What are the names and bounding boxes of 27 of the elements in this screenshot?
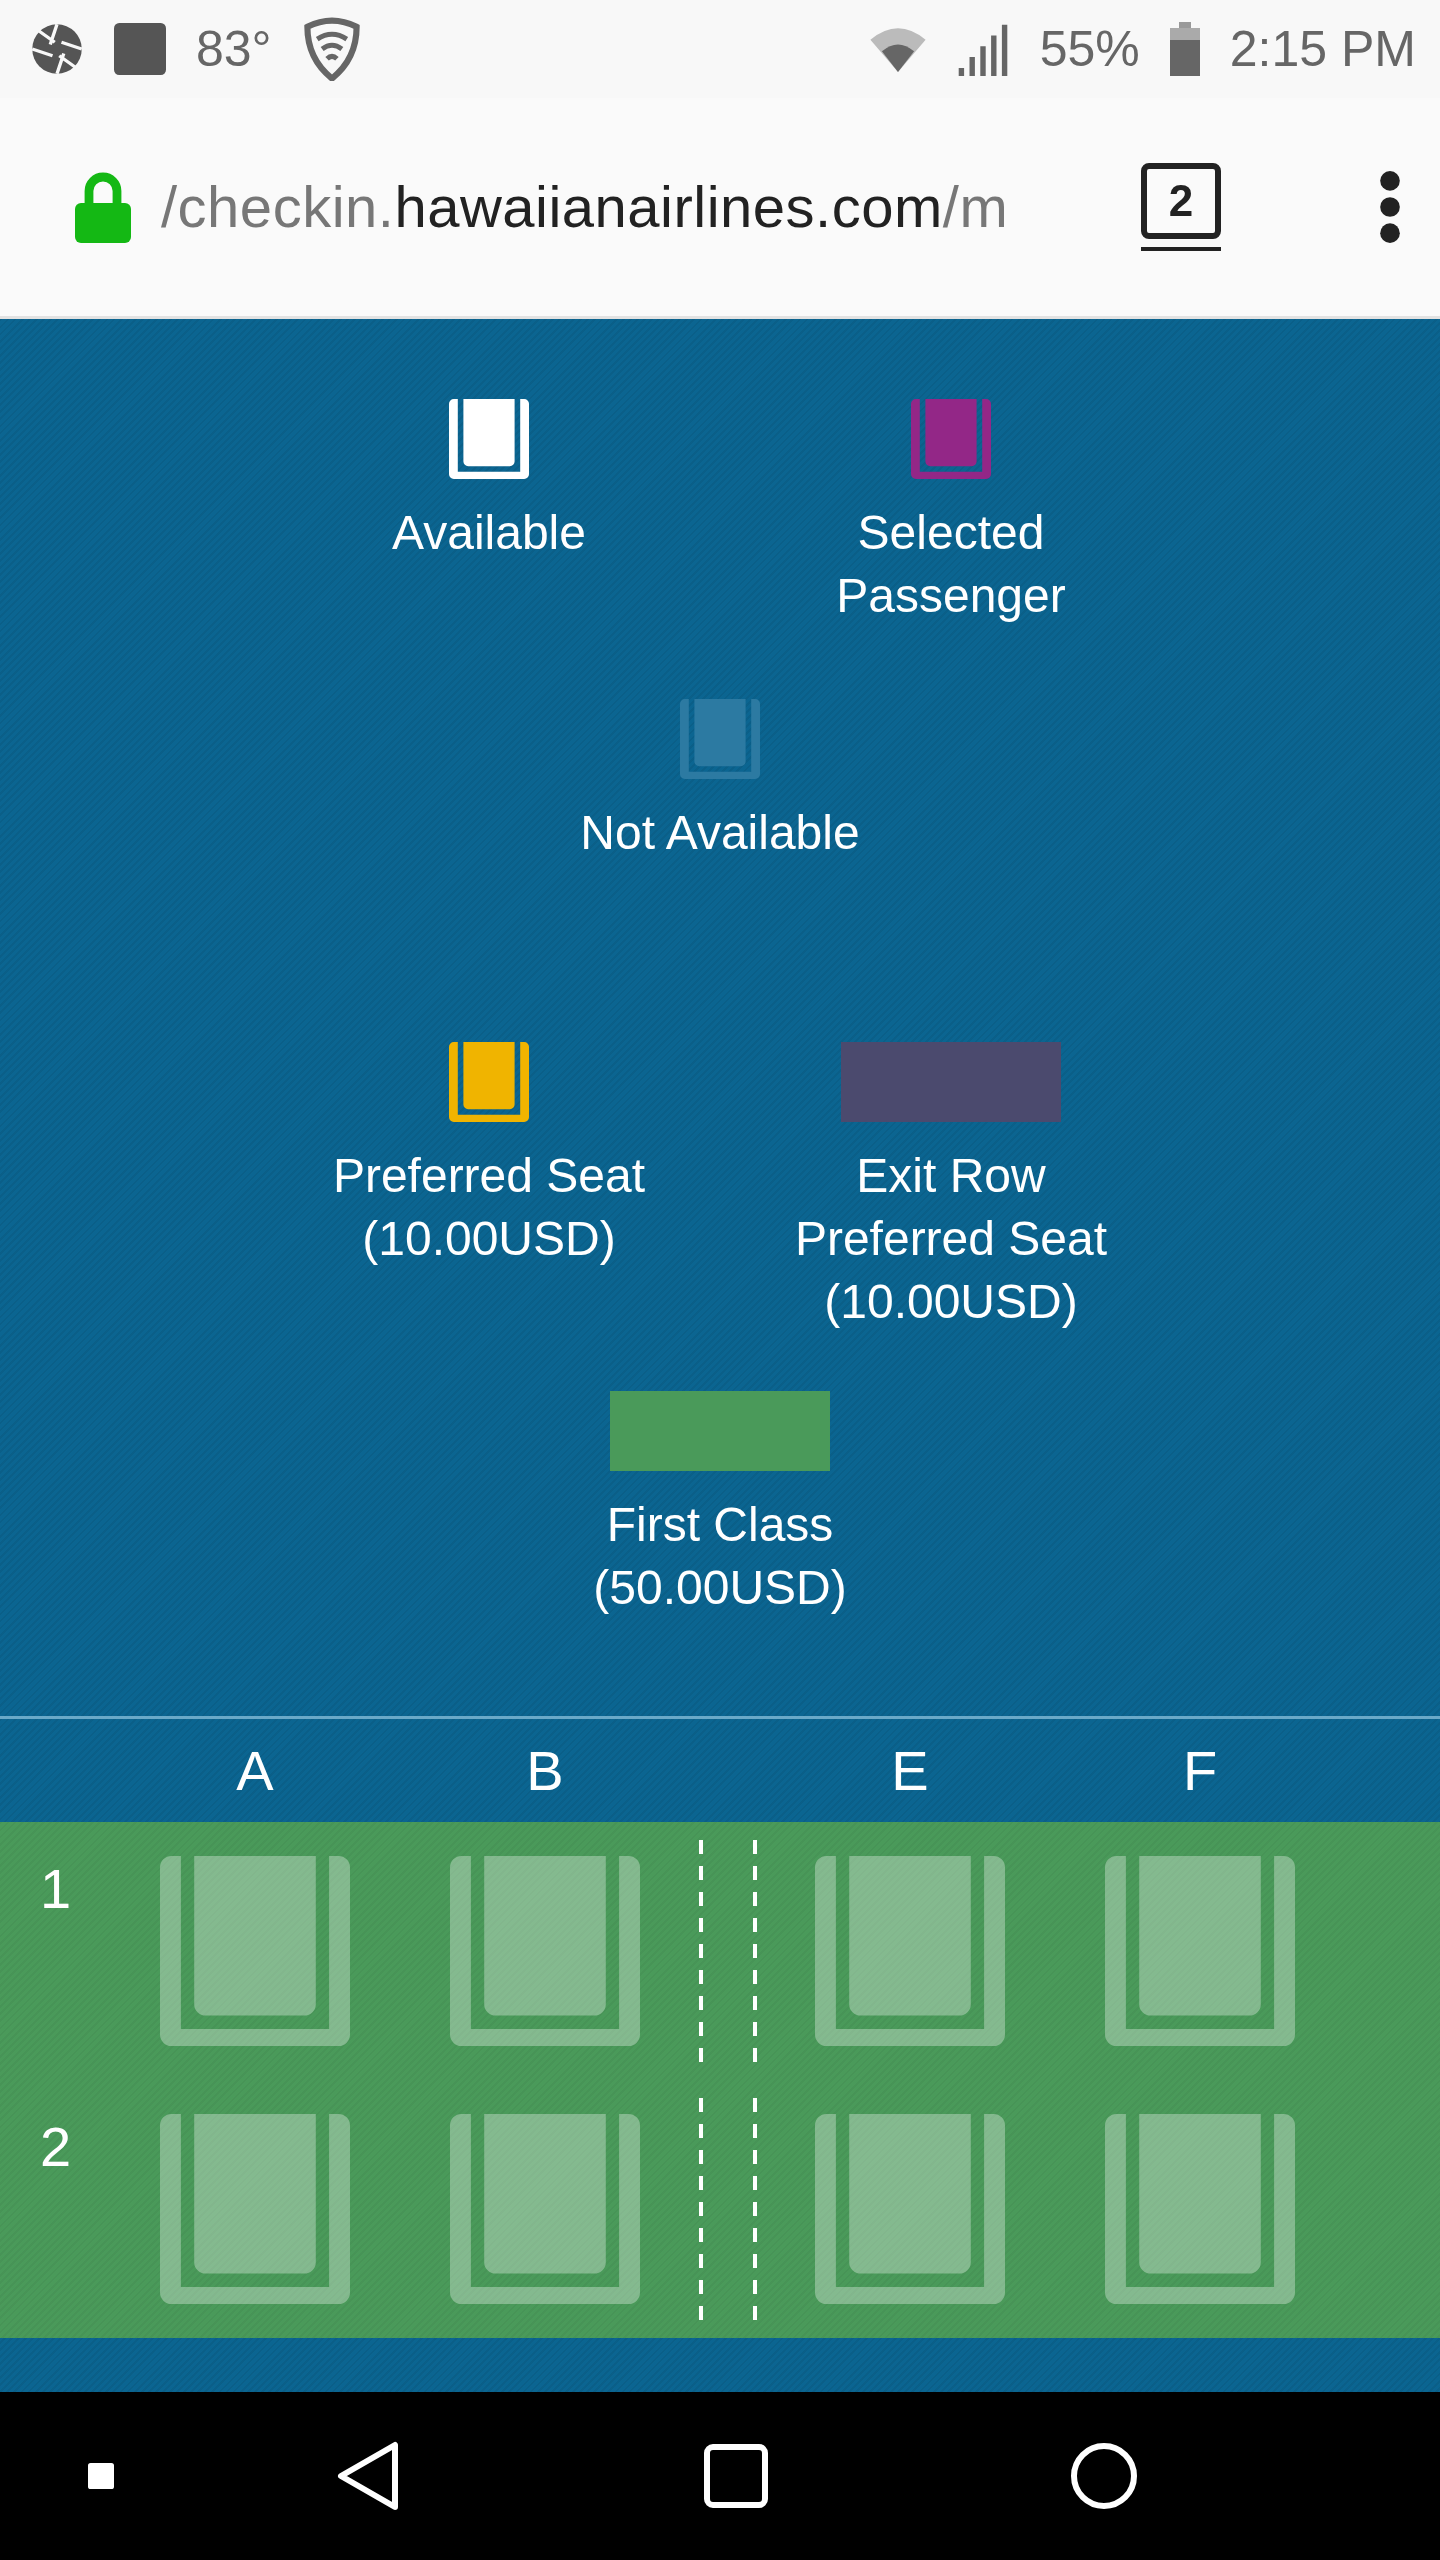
back-icon[interactable]	[335, 2441, 399, 2511]
temperature-text: 83°	[196, 20, 272, 79]
battery-percent: 55%	[1039, 20, 1140, 79]
home-icon[interactable]	[703, 2443, 769, 2509]
legend-label: Not Available	[580, 805, 860, 861]
aperture-icon	[30, 22, 84, 76]
legend-label: Selected Passenger	[836, 505, 1066, 624]
legend-label: Exit Row Preferred Seat (10.00USD)	[794, 1148, 1108, 1330]
battery-icon	[1169, 22, 1200, 76]
shield-wifi-icon	[301, 17, 362, 81]
column-label: E	[890, 1738, 930, 1803]
more-menu-icon[interactable]	[1380, 171, 1400, 243]
row-number: 2	[39, 2114, 73, 2180]
clock-time: 2:15 PM	[1229, 20, 1416, 79]
recents-icon[interactable]	[1070, 2442, 1138, 2510]
square-icon	[114, 23, 166, 75]
square-icon[interactable]	[88, 2463, 114, 2489]
row-number: 1	[39, 1856, 73, 1922]
legend-label: First Class (50.00USD)	[593, 1497, 847, 1616]
column-label: F	[1181, 1738, 1219, 1803]
column-label: A	[235, 1738, 275, 1803]
lock-icon	[75, 171, 131, 243]
legend-label: Preferred Seat (10.00USD)	[332, 1148, 646, 1267]
wifi-icon	[869, 26, 926, 72]
column-label: B	[525, 1738, 565, 1803]
url-text[interactable]: /checkin.hawaiianairlines.com/m	[161, 172, 1101, 242]
legend-label: Available	[392, 505, 586, 561]
